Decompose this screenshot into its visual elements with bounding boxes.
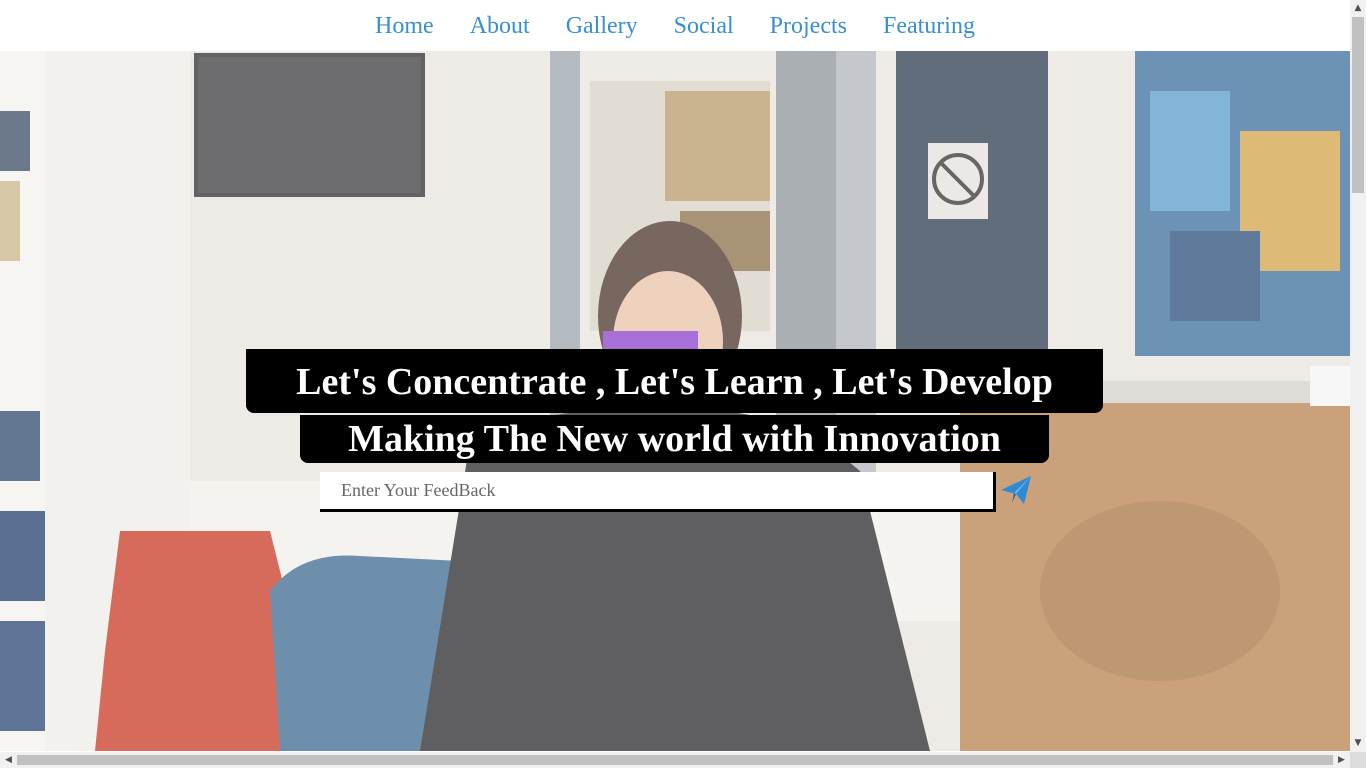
nav-about[interactable]: About [470, 14, 530, 38]
feedback-input[interactable] [320, 472, 996, 512]
horizontal-scrollbar[interactable]: ◀ ▶ [0, 752, 1366, 768]
paper-plane-icon[interactable] [998, 472, 1034, 508]
nav-featuring[interactable]: Featuring [883, 14, 975, 38]
nav-social[interactable]: Social [674, 14, 734, 38]
hero-tagline-primary: Let's Concentrate , Let's Learn , Let's … [246, 349, 1103, 413]
scroll-right-arrow-icon[interactable]: ▶ [1333, 752, 1350, 768]
scroll-up-arrow-icon[interactable]: ▲ [1350, 0, 1366, 17]
horizontal-scroll-thumb[interactable] [17, 755, 1333, 765]
nav-gallery[interactable]: Gallery [566, 14, 638, 38]
nav-home[interactable]: Home [375, 14, 434, 38]
vertical-scrollbar[interactable]: ▲ ▼ [1350, 0, 1366, 752]
scroll-down-arrow-icon[interactable]: ▼ [1350, 735, 1366, 752]
hero-section: Let's Concentrate , Let's Learn , Let's … [0, 51, 1350, 751]
main-nav: Home About Gallery Social Projects Featu… [0, 0, 1350, 51]
scrollbar-corner [1350, 752, 1366, 768]
scroll-left-arrow-icon[interactable]: ◀ [0, 752, 17, 768]
nav-projects[interactable]: Projects [770, 14, 847, 38]
hero-tagline-secondary: Making The New world with Innovation [300, 415, 1049, 463]
vertical-scroll-thumb[interactable] [1352, 17, 1364, 193]
